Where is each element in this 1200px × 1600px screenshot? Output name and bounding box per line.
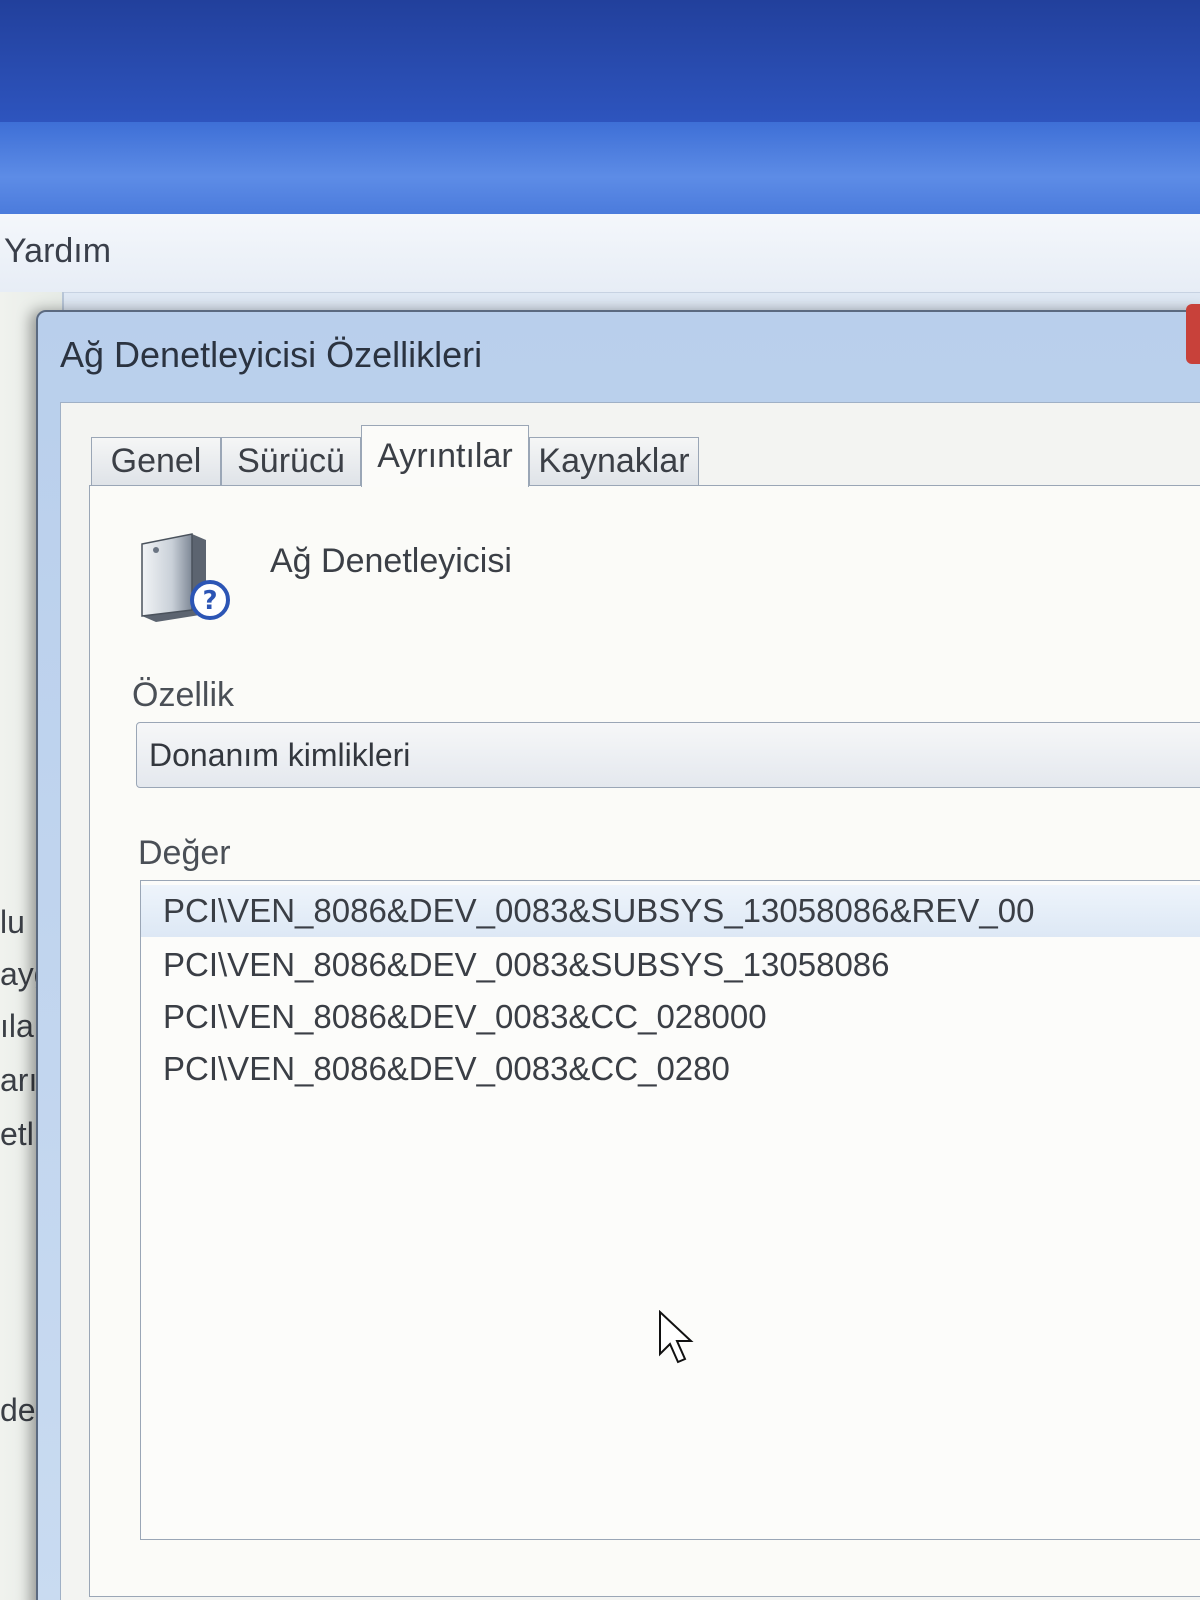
background-text-fragment: arı	[0, 1062, 38, 1098]
tab-label: Kaynaklar	[538, 442, 690, 480]
mouse-cursor-icon	[659, 1310, 694, 1364]
list-item[interactable]: PCI\VEN_8086&DEV_0083&CC_0280	[141, 1043, 1200, 1095]
unknown-device-icon: ?	[141, 533, 230, 622]
dialog-title: Ağ Denetleyicisi Özellikleri	[60, 334, 483, 375]
desktop-background	[0, 0, 1200, 125]
tab-label: Ayrıntılar	[377, 437, 513, 475]
background-text-fragment: etl	[0, 1116, 34, 1152]
list-item[interactable]: PCI\VEN_8086&DEV_0083&SUBSYS_13058086	[141, 939, 1200, 991]
property-label: Özellik	[132, 676, 235, 714]
close-button[interactable]	[1186, 304, 1200, 364]
property-dropdown-value: Donanım kimlikleri	[149, 737, 411, 773]
tab-label: Genel	[110, 442, 202, 480]
svg-text:?: ?	[202, 586, 217, 616]
properties-dialog: Ağ Denetleyicisi Özellikleri Genel Sürüc…	[36, 304, 1200, 1600]
menu-item-yardim[interactable]: Yardım	[4, 232, 111, 271]
background-text-fragment: lu	[0, 904, 25, 940]
tab-kaynaklar[interactable]: Kaynaklar	[529, 437, 699, 485]
tab-surucu[interactable]: Sürücü	[221, 437, 361, 485]
list-item[interactable]: PCI\VEN_8086&DEV_0083&CC_028000	[141, 991, 1200, 1043]
property-dropdown[interactable]: Donanım kimlikleri	[136, 722, 1200, 788]
background-text-fragment: ıla	[0, 1008, 34, 1044]
value-label: Değer	[138, 834, 231, 872]
details-tab-panel: ? Ağ Denetleyicisi Özellik Donanım kimli…	[89, 485, 1200, 1597]
tab-ayrintilar[interactable]: Ayrıntılar	[361, 425, 529, 487]
tab-genel[interactable]: Genel	[91, 437, 221, 485]
device-name: Ağ Denetleyicisi	[270, 542, 512, 580]
parent-menubar: Yardım	[0, 214, 1200, 293]
list-item[interactable]: PCI\VEN_8086&DEV_0083&SUBSYS_13058086&RE…	[141, 885, 1200, 937]
tab-label: Sürücü	[237, 442, 345, 480]
dialog-body: Genel Sürücü Ayrıntılar Kaynaklar ? Ağ D…	[60, 402, 1200, 1600]
tab-strip: Genel Sürücü Ayrıntılar Kaynaklar	[91, 425, 1200, 487]
value-list[interactable]: PCI\VEN_8086&DEV_0083&SUBSYS_13058086&RE…	[140, 880, 1200, 1540]
parent-titlebar	[0, 122, 1200, 214]
